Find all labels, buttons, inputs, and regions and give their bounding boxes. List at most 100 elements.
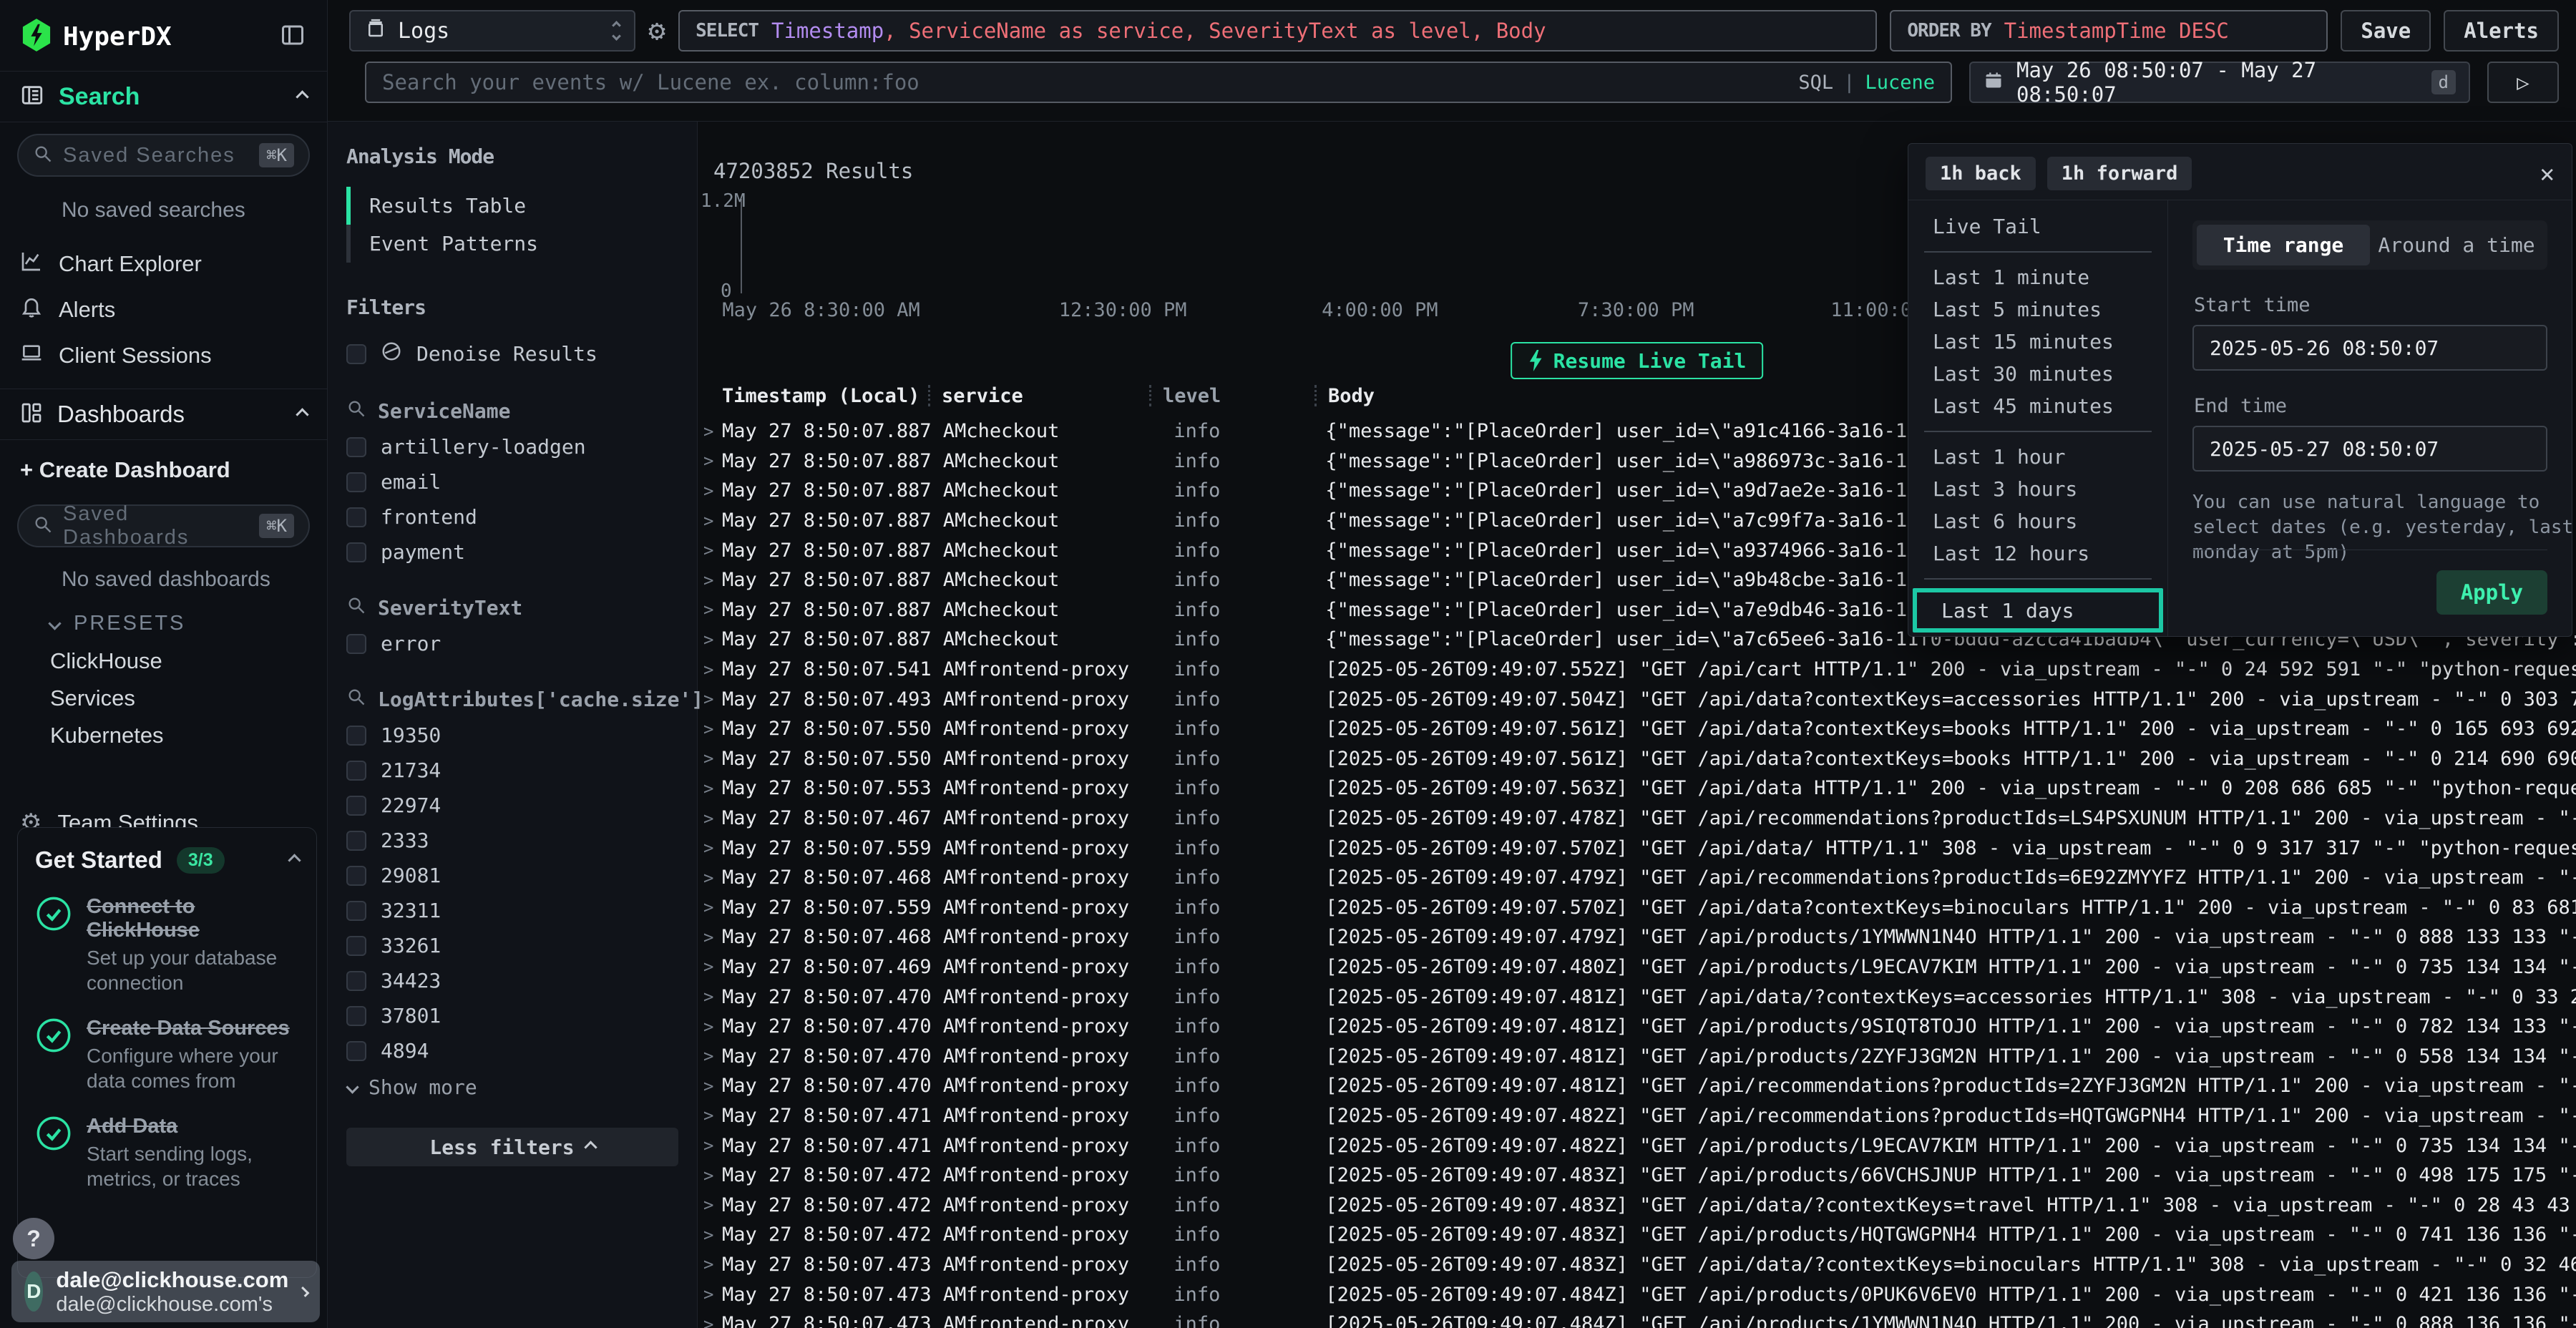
row-expand-icon[interactable]: >	[698, 957, 722, 977]
row-expand-icon[interactable]: >	[698, 570, 722, 590]
table-row[interactable]: >May 27 8:50:07.469 AMfrontend-proxyinfo…	[698, 952, 2576, 982]
chevron-up-icon[interactable]	[296, 408, 308, 421]
filter-option[interactable]: 33261	[346, 934, 678, 957]
time-preset-last-12-hours[interactable]: Last 12 hours	[1908, 537, 2167, 570]
table-row[interactable]: >May 27 8:50:07.470 AMfrontend-proxyinfo…	[698, 982, 2576, 1012]
sidebar-item-client-sessions[interactable]: Client Sessions	[0, 333, 327, 379]
time-preset-last-1-hour[interactable]: Last 1 hour	[1908, 441, 2167, 473]
checkbox[interactable]	[346, 761, 366, 781]
filter-option[interactable]: 4894	[346, 1039, 678, 1063]
chevron-up-icon[interactable]	[288, 854, 301, 866]
less-filters-button[interactable]: Less filters	[346, 1128, 678, 1166]
sidebar-item-preset-services[interactable]: Services	[0, 680, 327, 717]
saved-dashboards-input[interactable]: Saved Dashboards ⌘K	[17, 504, 310, 547]
checkbox[interactable]	[346, 936, 366, 956]
denoise-checkbox-row[interactable]: Denoise Results	[346, 341, 678, 367]
one-hour-forward-button[interactable]: 1h forward	[2047, 157, 2192, 190]
row-expand-icon[interactable]: >	[698, 1284, 722, 1304]
row-expand-icon[interactable]: >	[698, 778, 722, 799]
user-menu[interactable]: D dale@clickhouse.com dale@clickhouse.co…	[11, 1261, 320, 1322]
row-expand-icon[interactable]: >	[698, 540, 722, 560]
checkbox[interactable]	[346, 634, 366, 654]
filter-option[interactable]: payment	[346, 540, 678, 564]
time-preset-last-6-hours[interactable]: Last 6 hours	[1908, 505, 2167, 537]
time-preset-last-1-days[interactable]: Last 1 days	[1913, 588, 2163, 633]
tab-around-a-time[interactable]: Around a time	[2370, 225, 2543, 265]
get-started-item[interactable]: Add DataStart sending logs, metrics, or …	[35, 1115, 299, 1191]
row-expand-icon[interactable]: >	[698, 897, 722, 917]
run-query-button[interactable]: ▷	[2487, 62, 2559, 103]
chevron-up-icon[interactable]	[296, 90, 308, 103]
resume-live-tail-button[interactable]: Resume Live Tail	[1511, 342, 1764, 379]
column-resizer[interactable]	[1149, 385, 1151, 406]
time-preset-live-tail[interactable]: Live Tail	[1908, 210, 2167, 243]
table-row[interactable]: >May 27 8:50:07.467 AMfrontend-proxyinfo…	[698, 804, 2576, 834]
table-row[interactable]: >May 27 8:50:07.473 AMfrontend-proxyinfo…	[698, 1250, 2576, 1280]
row-expand-icon[interactable]: >	[698, 451, 722, 471]
apply-button[interactable]: Apply	[2436, 570, 2547, 615]
table-row[interactable]: >May 27 8:50:07.470 AMfrontend-proxyinfo…	[698, 1041, 2576, 1071]
column-resizer[interactable]	[1314, 385, 1317, 406]
row-expand-icon[interactable]: >	[698, 927, 722, 947]
table-row[interactable]: >May 27 8:50:07.473 AMfrontend-proxyinfo…	[698, 1309, 2576, 1328]
checkbox[interactable]	[346, 726, 366, 746]
sidebar-item-chart-explorer[interactable]: Chart Explorer	[0, 241, 327, 287]
time-preset-last-45-minutes[interactable]: Last 45 minutes	[1908, 390, 2167, 422]
source-settings-gear-icon[interactable]: ⚙	[648, 14, 665, 47]
filter-option[interactable]: 22974	[346, 794, 678, 817]
show-more-button[interactable]: Show more	[348, 1075, 678, 1099]
checkbox[interactable]	[346, 472, 366, 492]
time-preset-last-3-hours[interactable]: Last 3 hours	[1908, 473, 2167, 505]
search-icon[interactable]	[346, 399, 366, 424]
end-time-input[interactable]: 2025-05-27 08:50:07	[2192, 426, 2547, 472]
get-started-item[interactable]: Connect to ClickHouseSet up your databas…	[35, 895, 299, 995]
date-range-input[interactable]: May 26 08:50:07 - May 27 08:50:07 d	[1969, 62, 2470, 103]
row-expand-icon[interactable]: >	[698, 868, 722, 888]
save-button[interactable]: Save	[2341, 10, 2431, 52]
sidebar-item-alerts[interactable]: Alerts	[0, 287, 327, 333]
alerts-button[interactable]: Alerts	[2444, 10, 2559, 52]
filter-option[interactable]: artillery-loadgen	[346, 435, 678, 459]
time-preset-last-2-days[interactable]: Last 2 days	[1908, 635, 2167, 636]
mode-results-table[interactable]: Results Table	[346, 187, 678, 225]
search-icon[interactable]	[346, 687, 366, 712]
row-expand-icon[interactable]: >	[698, 1195, 722, 1215]
table-row[interactable]: >May 27 8:50:07.470 AMfrontend-proxyinfo…	[698, 1012, 2576, 1042]
checkbox[interactable]	[346, 507, 366, 527]
row-expand-icon[interactable]: >	[698, 748, 722, 768]
row-expand-icon[interactable]: >	[698, 1166, 722, 1186]
table-row[interactable]: >May 27 8:50:07.553 AMfrontend-proxyinfo…	[698, 773, 2576, 804]
time-preset-last-5-minutes[interactable]: Last 5 minutes	[1908, 293, 2167, 326]
checkbox[interactable]	[346, 1006, 366, 1026]
row-expand-icon[interactable]: >	[698, 511, 722, 531]
close-icon[interactable]: ✕	[2540, 160, 2555, 188]
nav-search-section[interactable]: Search	[0, 71, 327, 122]
filter-option[interactable]: 21734	[346, 758, 678, 782]
sidebar-item-preset-clickhouse[interactable]: ClickHouse	[0, 643, 327, 680]
row-expand-icon[interactable]: >	[698, 987, 722, 1007]
filter-option[interactable]: error	[346, 632, 678, 655]
checkbox[interactable]	[346, 1041, 366, 1061]
row-expand-icon[interactable]: >	[698, 1017, 722, 1037]
row-expand-icon[interactable]: >	[698, 1105, 722, 1126]
row-expand-icon[interactable]: >	[698, 1046, 722, 1066]
col-timestamp[interactable]: Timestamp (Local)	[722, 385, 928, 415]
time-preset-last-30-minutes[interactable]: Last 30 minutes	[1908, 358, 2167, 390]
checkbox[interactable]	[346, 866, 366, 886]
checkbox[interactable]	[346, 344, 366, 364]
filter-option[interactable]: 19350	[346, 723, 678, 747]
filter-option[interactable]: 32311	[346, 899, 678, 922]
sidebar-collapse-icon[interactable]	[280, 22, 306, 52]
row-expand-icon[interactable]: >	[698, 630, 722, 650]
filter-option[interactable]: frontend	[346, 505, 678, 529]
row-expand-icon[interactable]: >	[698, 1314, 722, 1328]
checkbox[interactable]	[346, 901, 366, 921]
select-query-input[interactable]: SELECT Timestamp, ServiceName as service…	[678, 10, 1877, 52]
lang-sql-toggle[interactable]: SQL	[1798, 72, 1833, 94]
row-expand-icon[interactable]: >	[698, 1225, 722, 1245]
row-expand-icon[interactable]: >	[698, 1254, 722, 1274]
table-row[interactable]: >May 27 8:50:07.472 AMfrontend-proxyinfo…	[698, 1161, 2576, 1191]
table-row[interactable]: >May 27 8:50:07.493 AMfrontend-proxyinfo…	[698, 684, 2576, 714]
presets-header[interactable]: PRESETS	[0, 605, 327, 643]
search-input[interactable]: Search your events w/ Lucene ex. column:…	[365, 62, 1952, 103]
